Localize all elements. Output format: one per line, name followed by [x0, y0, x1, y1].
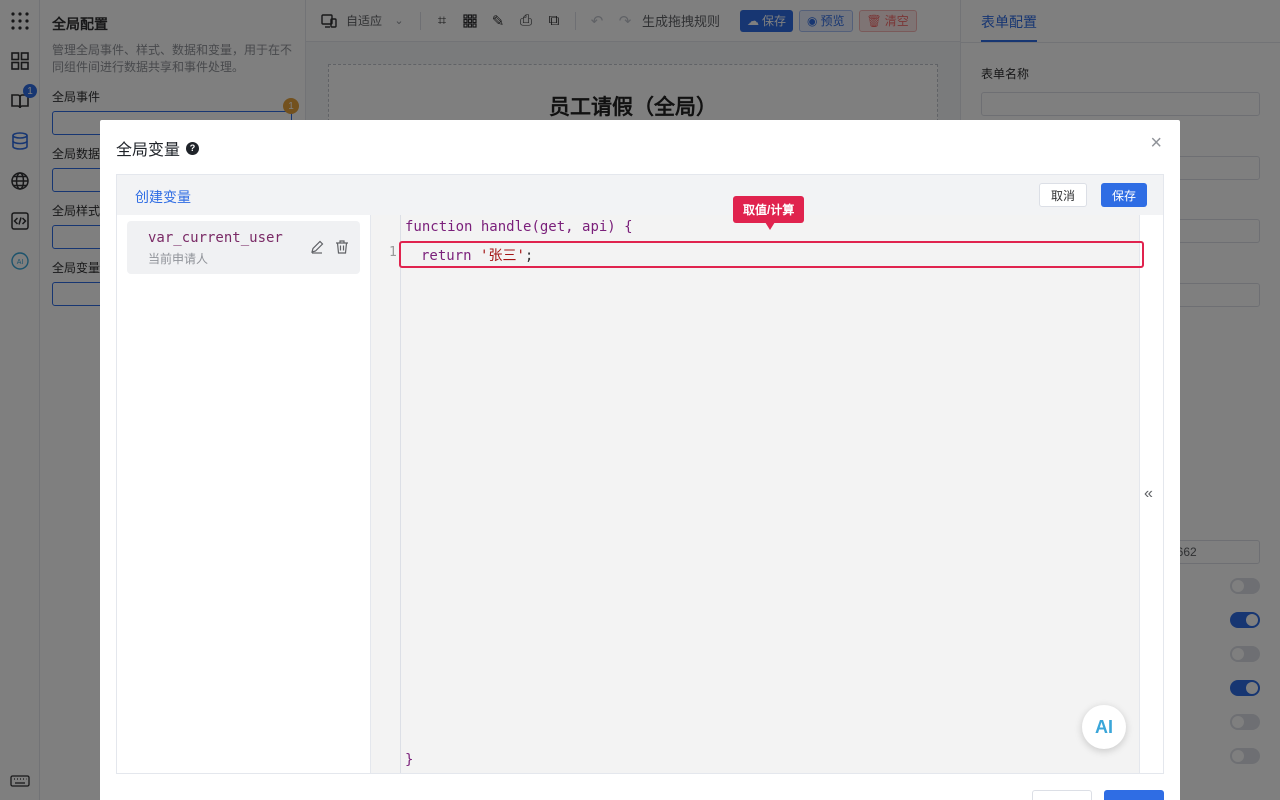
global-variables-dialog: 全局变量 ? × 创建变量 取消 保存 var_current_user 当前申…	[100, 120, 1180, 800]
delete-icon[interactable]	[334, 239, 350, 255]
editor-side-strip: «	[1139, 215, 1163, 773]
code-line-1[interactable]: function handle(get, api) {	[405, 219, 633, 235]
code-text: handle(get, api) {	[472, 219, 633, 235]
double-chevron-left-icon[interactable]: «	[1144, 485, 1153, 503]
ai-assistant-button[interactable]: AI	[1082, 705, 1126, 749]
editor-gutter: 1	[371, 215, 401, 773]
line-number: 1	[389, 245, 397, 260]
variable-description: 当前申请人	[148, 252, 209, 266]
save-button[interactable]: 保存	[1100, 183, 1147, 207]
close-icon[interactable]: ×	[1150, 133, 1162, 153]
dialog-body: 创建变量 取消 保存 var_current_user 当前申请人 1 func…	[116, 174, 1164, 774]
create-variable-button[interactable]: 创建变量	[135, 187, 191, 207]
variable-name: var_current_user	[148, 230, 283, 246]
footer-cancel-button[interactable]	[1032, 790, 1092, 800]
code-editor[interactable]: 1 function handle(get, api) { return '张三…	[371, 215, 1163, 773]
cancel-button[interactable]: 取消	[1038, 183, 1087, 207]
value-compute-tooltip: 取值/计算	[733, 196, 805, 230]
help-icon[interactable]: ?	[186, 141, 200, 155]
edit-icon[interactable]	[310, 240, 326, 256]
footer-confirm-button[interactable]	[1104, 790, 1164, 800]
dialog-action-bar: 创建变量 取消 保存	[117, 175, 1163, 215]
highlight-box	[399, 241, 1144, 268]
dialog-header: 全局变量 ?	[116, 136, 200, 160]
variable-list-item[interactable]: var_current_user 当前申请人	[127, 221, 360, 274]
variable-list: var_current_user 当前申请人	[117, 215, 371, 773]
dialog-title: 全局变量	[116, 142, 181, 159]
code-closing-brace[interactable]: }	[405, 752, 413, 768]
keyword: function	[405, 219, 473, 235]
